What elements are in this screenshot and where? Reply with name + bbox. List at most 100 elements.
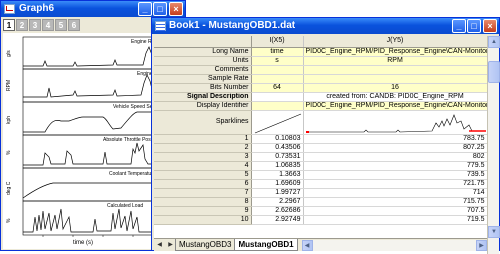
workbook-title: Book1 - MustangOBD1.dat xyxy=(169,20,296,31)
cell-x[interactable]: 0.73531 xyxy=(251,152,304,162)
layer-tab-4[interactable]: 4 xyxy=(42,19,54,31)
layer-tab-5[interactable]: 5 xyxy=(55,19,67,31)
cell-x[interactable]: 1.3663 xyxy=(251,170,304,180)
row-number[interactable]: 3 xyxy=(154,152,252,162)
cell-y[interactable]: 707.5 xyxy=(303,206,487,216)
sheet-tab-mustangobd1[interactable]: MustangOBD1 xyxy=(234,239,298,251)
row-label[interactable]: Sparklines xyxy=(154,110,252,135)
layer-tab-3[interactable]: 3 xyxy=(29,19,41,31)
row-label[interactable]: Comments xyxy=(154,65,252,75)
row-number[interactable]: 9 xyxy=(154,206,252,216)
cell-x[interactable]: 2.62686 xyxy=(251,206,304,216)
cell-y[interactable]: 719.5 xyxy=(303,215,487,225)
row-number[interactable]: 1 xyxy=(154,134,252,144)
cell-x[interactable]: 1.06835 xyxy=(251,161,304,171)
workbook-titlebar[interactable]: Book1 - MustangOBD1.dat _ □ × xyxy=(152,18,499,34)
row-number[interactable]: 2 xyxy=(154,143,252,153)
row-label[interactable]: Sample Rate xyxy=(154,74,252,84)
meta-cell[interactable] xyxy=(251,74,304,84)
cell-y[interactable]: 714 xyxy=(303,188,487,198)
panel-ylabel-2: RPM xyxy=(6,79,12,91)
column-header-y[interactable]: J(Y5) xyxy=(303,36,487,48)
cell-x[interactable]: 1.99727 xyxy=(251,188,304,198)
row-label[interactable]: Long Name xyxy=(154,47,252,57)
meta-cell[interactable]: 16 xyxy=(303,83,487,93)
scroll-right-icon[interactable]: ▶ xyxy=(476,239,487,251)
table-row: 7 1.99727 714 xyxy=(154,188,487,198)
vertical-scrollbar[interactable]: ▲ ▼ xyxy=(487,36,500,254)
meta-cell[interactable]: created from: CANDB: PID0C_Engine_RPM xyxy=(303,92,487,102)
meta-cell[interactable]: 64 xyxy=(251,83,304,93)
panel-title-6: Calculated Load xyxy=(107,203,144,209)
row-label[interactable]: Display Identifier xyxy=(154,101,252,111)
meta-row-units: Units s RPM xyxy=(154,56,487,66)
scroll-left-icon[interactable]: ◀ xyxy=(301,239,313,251)
scroll-thumb[interactable] xyxy=(488,61,500,83)
row-label[interactable]: Signal Description xyxy=(154,92,252,102)
meta-cell[interactable] xyxy=(303,74,487,84)
corner-cell[interactable] xyxy=(154,36,252,48)
workbook-window[interactable]: Book1 - MustangOBD1.dat _ □ × I(X5) J(Y5… xyxy=(151,17,500,254)
row-label[interactable]: Units xyxy=(154,56,252,66)
meta-cell[interactable]: time xyxy=(251,47,304,57)
meta-row-bits-number: Bits Number 64 16 xyxy=(154,83,487,93)
horizontal-scrollbar[interactable]: ◀ ▶ xyxy=(301,239,487,251)
minimize-button[interactable]: _ xyxy=(138,2,152,16)
sheet-tab-bar: ◀ ▶ MustangOBD3 MustangOBD1 ◀ ▶ xyxy=(154,238,487,251)
cell-x[interactable]: 2.2967 xyxy=(251,197,304,207)
cell-y[interactable]: 779.5 xyxy=(303,161,487,171)
graph-window-titlebar[interactable]: Graph6 _ □ × xyxy=(1,1,185,17)
maximize-button[interactable]: □ xyxy=(467,19,481,33)
row-label[interactable]: Bits Number xyxy=(154,83,252,93)
row-number[interactable]: 8 xyxy=(154,197,252,207)
close-button[interactable]: × xyxy=(169,2,183,16)
row-number[interactable]: 6 xyxy=(154,179,252,189)
meta-cell[interactable]: s xyxy=(251,56,304,66)
cell-x[interactable]: 2.92749 xyxy=(251,215,304,225)
panel-ylabel-3: kph xyxy=(6,115,12,124)
meta-cell[interactable]: PID0C_Engine_RPM/PID_Response_Engine\CAN… xyxy=(303,101,487,111)
maximize-button[interactable]: □ xyxy=(153,2,167,16)
cell-y[interactable]: 802 xyxy=(303,152,487,162)
cell-x[interactable]: 0.43506 xyxy=(251,143,304,153)
cell-y[interactable]: 807.25 xyxy=(303,143,487,153)
row-number[interactable]: 10 xyxy=(154,215,252,225)
row-number[interactable]: 5 xyxy=(154,170,252,180)
scroll-down-icon[interactable]: ▼ xyxy=(488,226,500,238)
cell-y[interactable]: 783.75 xyxy=(303,134,487,144)
cell-x[interactable]: 0.10803 xyxy=(251,134,304,144)
cell-x[interactable]: 1.69609 xyxy=(251,179,304,189)
cell-y[interactable]: 715.75 xyxy=(303,197,487,207)
sparkline-y[interactable] xyxy=(303,110,487,135)
meta-cell[interactable] xyxy=(303,65,487,75)
meta-row-sample-rate: Sample Rate xyxy=(154,74,487,84)
cell-y[interactable]: 721.75 xyxy=(303,179,487,189)
meta-cell[interactable]: RPM xyxy=(303,56,487,66)
sparkline-time xyxy=(254,113,301,133)
sheet-prev-icon[interactable]: ◀ xyxy=(154,240,165,251)
layer-tab-1[interactable]: 1 xyxy=(3,19,15,31)
worksheet-grid[interactable]: I(X5) J(Y5) Long Name time PID0C_Engine_… xyxy=(154,36,487,254)
row-number[interactable]: 4 xyxy=(154,161,252,171)
row-number[interactable]: 7 xyxy=(154,188,252,198)
sheet-tab-mustangobd3[interactable]: MustangOBD3 xyxy=(175,239,236,251)
meta-cell[interactable] xyxy=(251,101,304,111)
scroll-up-icon[interactable]: ▲ xyxy=(488,36,500,48)
sparkline-x[interactable] xyxy=(251,110,304,135)
meta-cell[interactable] xyxy=(251,65,304,75)
minimize-button[interactable]: _ xyxy=(452,19,466,33)
column-header-x[interactable]: I(X5) xyxy=(251,36,304,48)
cell-y[interactable]: 739.5 xyxy=(303,170,487,180)
meta-cell[interactable] xyxy=(251,92,304,102)
table-row: 1 0.10803 783.75 xyxy=(154,134,487,144)
graph-window-title: Graph6 xyxy=(19,3,55,14)
layer-tab-6[interactable]: 6 xyxy=(68,19,80,31)
layer-tab-2[interactable]: 2 xyxy=(16,19,28,31)
close-button[interactable]: × xyxy=(483,19,497,33)
table-row: 6 1.69609 721.75 xyxy=(154,179,487,189)
table-row: 9 2.62686 707.5 xyxy=(154,206,487,216)
panel-ylabel-6: % xyxy=(6,218,12,223)
panel-ylabel-5: deg C xyxy=(6,181,12,195)
workbook-icon xyxy=(155,21,166,31)
meta-cell[interactable]: PID0C_Engine_RPM/PID_Response_Engine\CAN… xyxy=(303,47,487,57)
